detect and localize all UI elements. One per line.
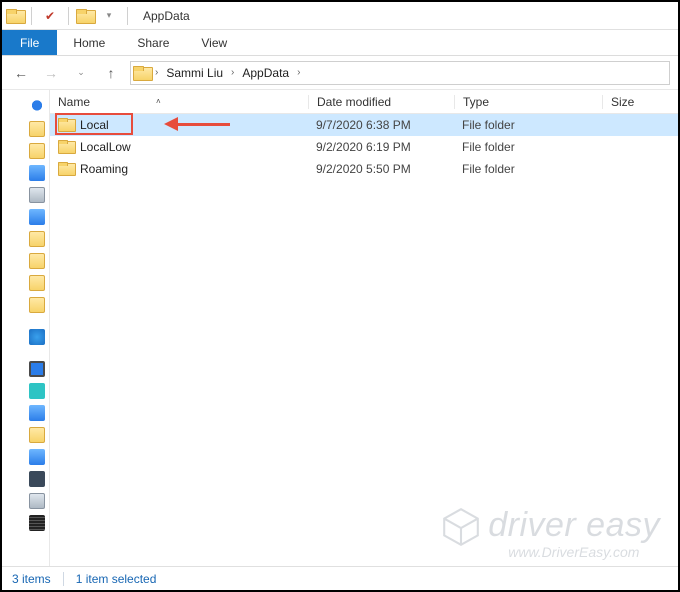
file-name: LocalLow xyxy=(80,140,131,154)
file-date: 9/2/2020 5:50 PM xyxy=(308,162,454,176)
address-bar-row: ← → ⌄ ↑ › Sammi Liu › AppData › xyxy=(2,56,678,90)
file-list-pane: Name ˄ Date modified Type Size Local 9/7… xyxy=(50,90,678,566)
window-title: AppData xyxy=(135,9,198,23)
file-type: File folder xyxy=(454,140,602,154)
status-item-count: 3 items xyxy=(12,572,51,586)
ribbon-tabs: File Home Share View xyxy=(2,30,678,56)
column-header-name-label: Name xyxy=(58,95,90,109)
quick-access-toolbar: ✔ ▾ xyxy=(2,5,135,27)
tab-view[interactable]: View xyxy=(185,30,243,55)
sort-indicator-icon: ˄ xyxy=(156,97,161,106)
up-button[interactable]: ↑ xyxy=(100,62,122,84)
column-header-type[interactable]: Type xyxy=(454,95,602,109)
file-date: 9/7/2020 6:38 PM xyxy=(308,118,454,132)
sidebar-item[interactable] xyxy=(2,512,49,534)
properties-icon[interactable]: ✔ xyxy=(39,5,61,27)
forward-button[interactable]: → xyxy=(40,62,62,84)
breadcrumb-folder[interactable]: AppData xyxy=(238,66,293,80)
sidebar-item[interactable] xyxy=(2,424,49,446)
status-bar: 3 items 1 item selected xyxy=(2,566,678,590)
sidebar-item[interactable] xyxy=(2,228,49,250)
address-bar[interactable]: › Sammi Liu › AppData › xyxy=(130,61,670,85)
tab-file[interactable]: File xyxy=(2,30,57,55)
this-pc-item[interactable] xyxy=(2,358,49,380)
separator xyxy=(127,7,128,25)
sidebar-item[interactable] xyxy=(2,402,49,424)
file-row[interactable]: Roaming 9/2/2020 5:50 PM File folder xyxy=(50,158,678,180)
file-row[interactable]: LocalLow 9/2/2020 6:19 PM File folder xyxy=(50,136,678,158)
separator xyxy=(31,7,32,25)
file-name: Roaming xyxy=(80,162,128,176)
separator xyxy=(63,572,64,586)
chevron-right-icon[interactable]: › xyxy=(295,67,302,78)
column-header-size[interactable]: Size xyxy=(602,95,678,109)
sidebar-item[interactable] xyxy=(2,380,49,402)
file-explorer-window: ✔ ▾ AppData File Home Share View ← → ⌄ ↑… xyxy=(0,0,680,592)
tab-home[interactable]: Home xyxy=(57,30,121,55)
column-header-name[interactable]: Name ˄ xyxy=(50,95,308,109)
navigation-pane[interactable] xyxy=(2,90,50,566)
folder-icon xyxy=(58,162,74,176)
sidebar-item[interactable] xyxy=(2,294,49,316)
file-list: Local 9/7/2020 6:38 PM File folder Local… xyxy=(50,114,678,566)
sidebar-item[interactable] xyxy=(2,272,49,294)
back-button[interactable]: ← xyxy=(10,62,32,84)
status-selection: 1 item selected xyxy=(76,572,157,586)
column-header-date[interactable]: Date modified xyxy=(308,95,454,109)
main-area: Name ˄ Date modified Type Size Local 9/7… xyxy=(2,90,678,566)
recent-locations-dropdown[interactable]: ⌄ xyxy=(70,62,92,84)
folder-icon xyxy=(58,140,74,154)
folder-icon xyxy=(6,8,24,24)
sidebar-item[interactable] xyxy=(2,446,49,468)
new-folder-icon[interactable] xyxy=(76,8,94,24)
sidebar-item[interactable] xyxy=(2,118,49,140)
file-type: File folder xyxy=(454,162,602,176)
file-type: File folder xyxy=(454,118,602,132)
quick-access-item[interactable] xyxy=(2,96,49,118)
annotation-highlight xyxy=(55,113,133,135)
sidebar-item[interactable] xyxy=(2,162,49,184)
separator xyxy=(68,7,69,25)
sidebar-item[interactable] xyxy=(2,140,49,162)
titlebar: ✔ ▾ AppData xyxy=(2,2,678,30)
sidebar-item[interactable] xyxy=(2,490,49,512)
sidebar-item[interactable] xyxy=(2,250,49,272)
folder-icon xyxy=(133,64,151,82)
sidebar-item[interactable] xyxy=(2,206,49,228)
sidebar-item[interactable] xyxy=(2,468,49,490)
file-date: 9/2/2020 6:19 PM xyxy=(308,140,454,154)
breadcrumb-user[interactable]: Sammi Liu xyxy=(162,66,227,80)
chevron-right-icon[interactable]: › xyxy=(229,67,236,78)
onedrive-item[interactable] xyxy=(2,326,49,348)
chevron-right-icon[interactable]: › xyxy=(153,67,160,78)
column-headers: Name ˄ Date modified Type Size xyxy=(50,90,678,114)
qat-dropdown-icon[interactable]: ▾ xyxy=(98,5,120,27)
sidebar-item[interactable] xyxy=(2,184,49,206)
tab-share[interactable]: Share xyxy=(121,30,185,55)
file-row[interactable]: Local 9/7/2020 6:38 PM File folder xyxy=(50,114,678,136)
